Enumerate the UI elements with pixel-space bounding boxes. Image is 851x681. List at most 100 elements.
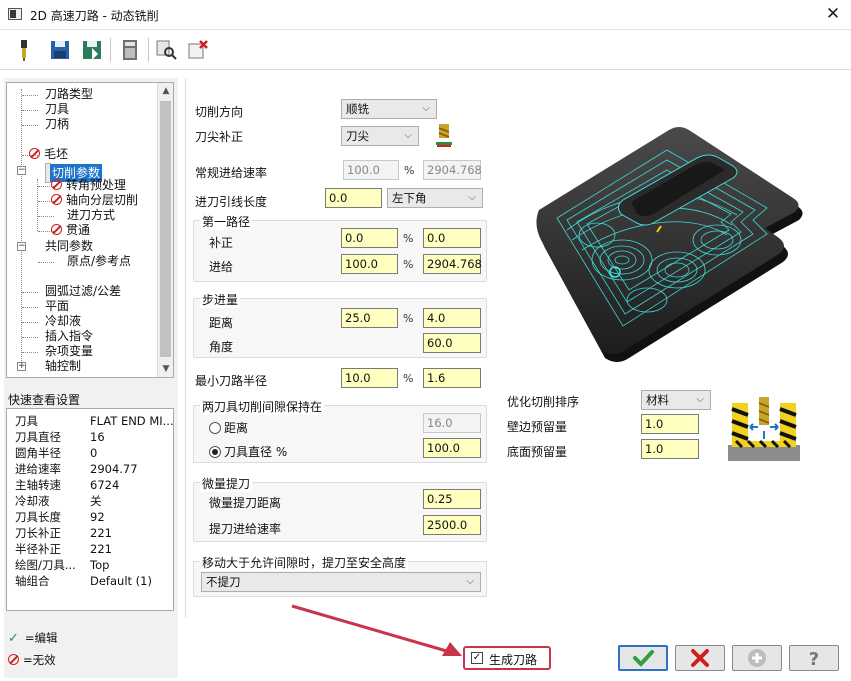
- stepover-title: 步进量: [200, 291, 241, 308]
- floor-stock-label: 底面预留量: [507, 445, 568, 459]
- app-icon: [8, 8, 22, 20]
- quickview-row: 进给速率 2904.77: [15, 462, 138, 476]
- ok-button[interactable]: [618, 645, 668, 671]
- quickview-panel: 刀具 FLAT END MI... 刀具直径 16 圆角半径 0 进给速率 2904.7…: [6, 408, 174, 611]
- window-title: 2D 高速刀路 - 动态铣削: [30, 9, 159, 23]
- quickview-row: 轴组合 Default (1): [15, 574, 152, 588]
- tree-scrollbar[interactable]: ▲ ▼: [157, 83, 173, 377]
- toolbar: [0, 30, 851, 70]
- stepover-angle-label: 角度: [209, 340, 234, 354]
- generate-toolpath-label: 生成刀路: [489, 653, 538, 667]
- collapse-icon[interactable]: −: [17, 242, 26, 251]
- tool-tip-icon: [436, 124, 452, 147]
- close-button[interactable]: ✕: [822, 3, 844, 25]
- stepover-angle-field[interactable]: 60.0: [423, 333, 481, 353]
- radio-off-icon: [209, 422, 221, 434]
- gap-diameter-field[interactable]: 100.0: [423, 438, 481, 458]
- feed-rate-label: 常规进给速率: [195, 166, 268, 180]
- retract-title: 移动大于允许间隙时，提刀至安全高度: [200, 554, 409, 571]
- help-button[interactable]: ?: [789, 645, 839, 671]
- annotation-arrow: [291, 604, 462, 656]
- invalid-icon: [51, 179, 62, 190]
- chevron-down-icon: ⌵: [422, 103, 430, 114]
- cancel-button[interactable]: [675, 645, 725, 671]
- first-pass-comp-field[interactable]: 0.0: [423, 228, 481, 248]
- quickview-row: 刀具长度 92: [15, 510, 105, 524]
- micro-lift-feed-field[interactable]: 2500.0: [423, 515, 481, 535]
- plus-icon: [748, 649, 766, 667]
- percent-sign: %: [403, 312, 414, 325]
- retract-select[interactable]: 不提刀 ⌵: [201, 572, 481, 592]
- tree-item-depth-cuts[interactable]: 轴向分层切削: [51, 193, 138, 208]
- percent-sign: %: [403, 258, 414, 271]
- cancel-icon: [691, 649, 709, 667]
- save-as-icon[interactable]: [80, 38, 104, 62]
- micro-lift-feed-label: 提刀进给速率: [209, 522, 282, 536]
- min-radius-pct-field[interactable]: 10.0: [341, 368, 398, 388]
- gap-distance-field[interactable]: 16.0: [423, 413, 481, 433]
- checkbox-checked-icon: ✓: [471, 652, 483, 664]
- generate-toolpath-checkbox[interactable]: ✓ 生成刀路: [463, 646, 551, 670]
- entry-corner-select[interactable]: 左下角 ⌵: [387, 188, 483, 208]
- first-pass-comp-pct-field[interactable]: 0.0: [341, 228, 398, 248]
- optimize-select[interactable]: 材料 ⌵: [641, 390, 711, 410]
- collapse-icon[interactable]: −: [17, 166, 26, 175]
- quickview-row: 刀具 FLAT END MI...: [15, 414, 174, 428]
- min-radius-label: 最小刀路半径: [195, 374, 268, 388]
- save-icon[interactable]: [48, 38, 72, 62]
- lead-length-field[interactable]: 0.0: [325, 188, 382, 208]
- gap-diameter-radio[interactable]: 刀具直径 %: [209, 443, 287, 460]
- cut-direction-select[interactable]: 顺铣 ⌵: [341, 99, 437, 119]
- tree-item-stock[interactable]: 毛坯: [29, 147, 68, 162]
- toolpath-preview: [536, 127, 803, 362]
- scroll-down-icon[interactable]: ▼: [158, 361, 173, 377]
- micro-lift-distance-label: 微量提刀距离: [209, 496, 282, 510]
- gap-title: 两刀具切削间隙保持在: [200, 398, 325, 415]
- title-bar: 2D 高速刀路 - 动态铣削 ✕: [0, 0, 851, 30]
- feed-rate-pct-field[interactable]: 100.0: [343, 160, 399, 180]
- invalid-icon: [29, 148, 40, 159]
- tree-item-break-through[interactable]: 贯通: [51, 223, 90, 238]
- expand-icon[interactable]: +: [17, 362, 26, 371]
- scroll-up-icon[interactable]: ▲: [158, 83, 173, 99]
- invalid-icon: [8, 654, 19, 665]
- check-icon: [633, 650, 654, 667]
- first-pass-comp-label: 补正: [209, 236, 234, 250]
- stepover-distance-field[interactable]: 4.0: [423, 308, 481, 328]
- percent-sign: %: [403, 372, 414, 385]
- gap-distance-radio[interactable]: 距离: [209, 419, 248, 436]
- tree-item-corner-preprocess[interactable]: 转角预处理: [51, 178, 126, 193]
- reset-icon[interactable]: [186, 38, 210, 62]
- chevron-down-icon: ⌵: [404, 130, 412, 141]
- help-icon: ?: [809, 649, 819, 670]
- invalid-icon: [51, 194, 62, 205]
- legend-edit: ✓ =编辑: [8, 631, 58, 646]
- feed-rate-field[interactable]: 2904.768: [423, 160, 482, 180]
- first-pass-feed-field[interactable]: 2904.768: [423, 254, 482, 274]
- min-radius-field[interactable]: 1.6: [423, 368, 481, 388]
- chevron-down-icon: ⌵: [466, 576, 474, 587]
- lead-length-label: 进刀引线长度: [195, 195, 268, 209]
- stepover-distance-label: 距离: [209, 316, 234, 330]
- quickview-row: 刀长补正 221: [15, 526, 112, 540]
- apply-button[interactable]: [732, 645, 782, 671]
- svg-text:?: ?: [809, 649, 819, 670]
- view-icon[interactable]: [154, 38, 178, 62]
- quickview-row: 绘图/刀具... Top: [15, 558, 110, 572]
- tip-comp-select[interactable]: 刀尖 ⌵: [341, 126, 419, 146]
- wall-stock-field[interactable]: 1.0: [641, 414, 699, 434]
- calculator-icon[interactable]: [118, 38, 142, 62]
- quickview-row: 冷却液关: [15, 494, 102, 508]
- radio-on-icon: [209, 446, 221, 458]
- tool-icon[interactable]: [12, 38, 36, 62]
- chevron-down-icon: ⌵: [468, 192, 476, 203]
- optimize-label: 优化切削排序: [507, 395, 580, 409]
- scroll-thumb[interactable]: [160, 101, 171, 357]
- micro-lift-distance-field[interactable]: 0.25: [423, 489, 481, 509]
- parameter-tree[interactable]: 刀路类型 刀具 刀柄 毛坯 − 切削参数 转角预处理 轴向分层切削 进刀方式 贯…: [6, 82, 174, 378]
- stepover-pct-field[interactable]: 25.0: [341, 308, 398, 328]
- first-pass-feed-pct-field[interactable]: 100.0: [341, 254, 398, 274]
- percent-sign: %: [404, 164, 415, 177]
- quickview-row: 圆角半径 0: [15, 446, 98, 460]
- floor-stock-field[interactable]: 1.0: [641, 439, 699, 459]
